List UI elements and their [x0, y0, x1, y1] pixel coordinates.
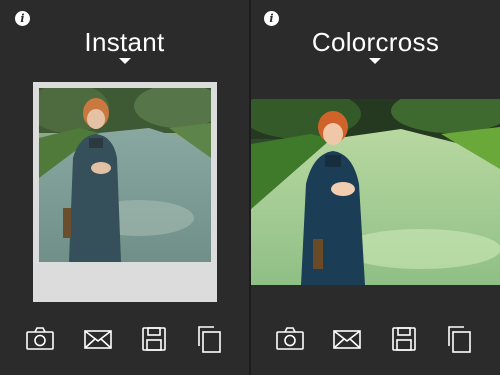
- info-icon[interactable]: i: [264, 11, 279, 26]
- filtered-photo[interactable]: [39, 88, 211, 262]
- info-icon[interactable]: i: [15, 11, 30, 26]
- photo-image: [251, 99, 500, 285]
- filter-title[interactable]: Colorcross: [251, 27, 500, 58]
- camera-icon[interactable]: [275, 324, 305, 354]
- chevron-down-icon[interactable]: [119, 58, 131, 64]
- filtered-photo[interactable]: [251, 99, 500, 285]
- polaroid-frame: [33, 82, 217, 302]
- copy-icon[interactable]: [194, 324, 224, 354]
- filter-panel-colorcross: i Colorcross: [251, 0, 500, 375]
- camera-icon[interactable]: [25, 324, 55, 354]
- mail-icon[interactable]: [332, 324, 362, 354]
- filter-title[interactable]: Instant: [0, 27, 249, 58]
- app-screen: i Instant i Colorcross: [0, 0, 500, 375]
- action-toolbar: [251, 324, 500, 354]
- action-toolbar: [0, 324, 249, 354]
- filter-panel-instant: i Instant: [0, 0, 249, 375]
- save-icon[interactable]: [139, 324, 169, 354]
- mail-icon[interactable]: [83, 324, 113, 354]
- copy-icon[interactable]: [444, 324, 474, 354]
- chevron-down-icon[interactable]: [369, 58, 381, 64]
- save-icon[interactable]: [389, 324, 419, 354]
- photo-image: [39, 88, 211, 262]
